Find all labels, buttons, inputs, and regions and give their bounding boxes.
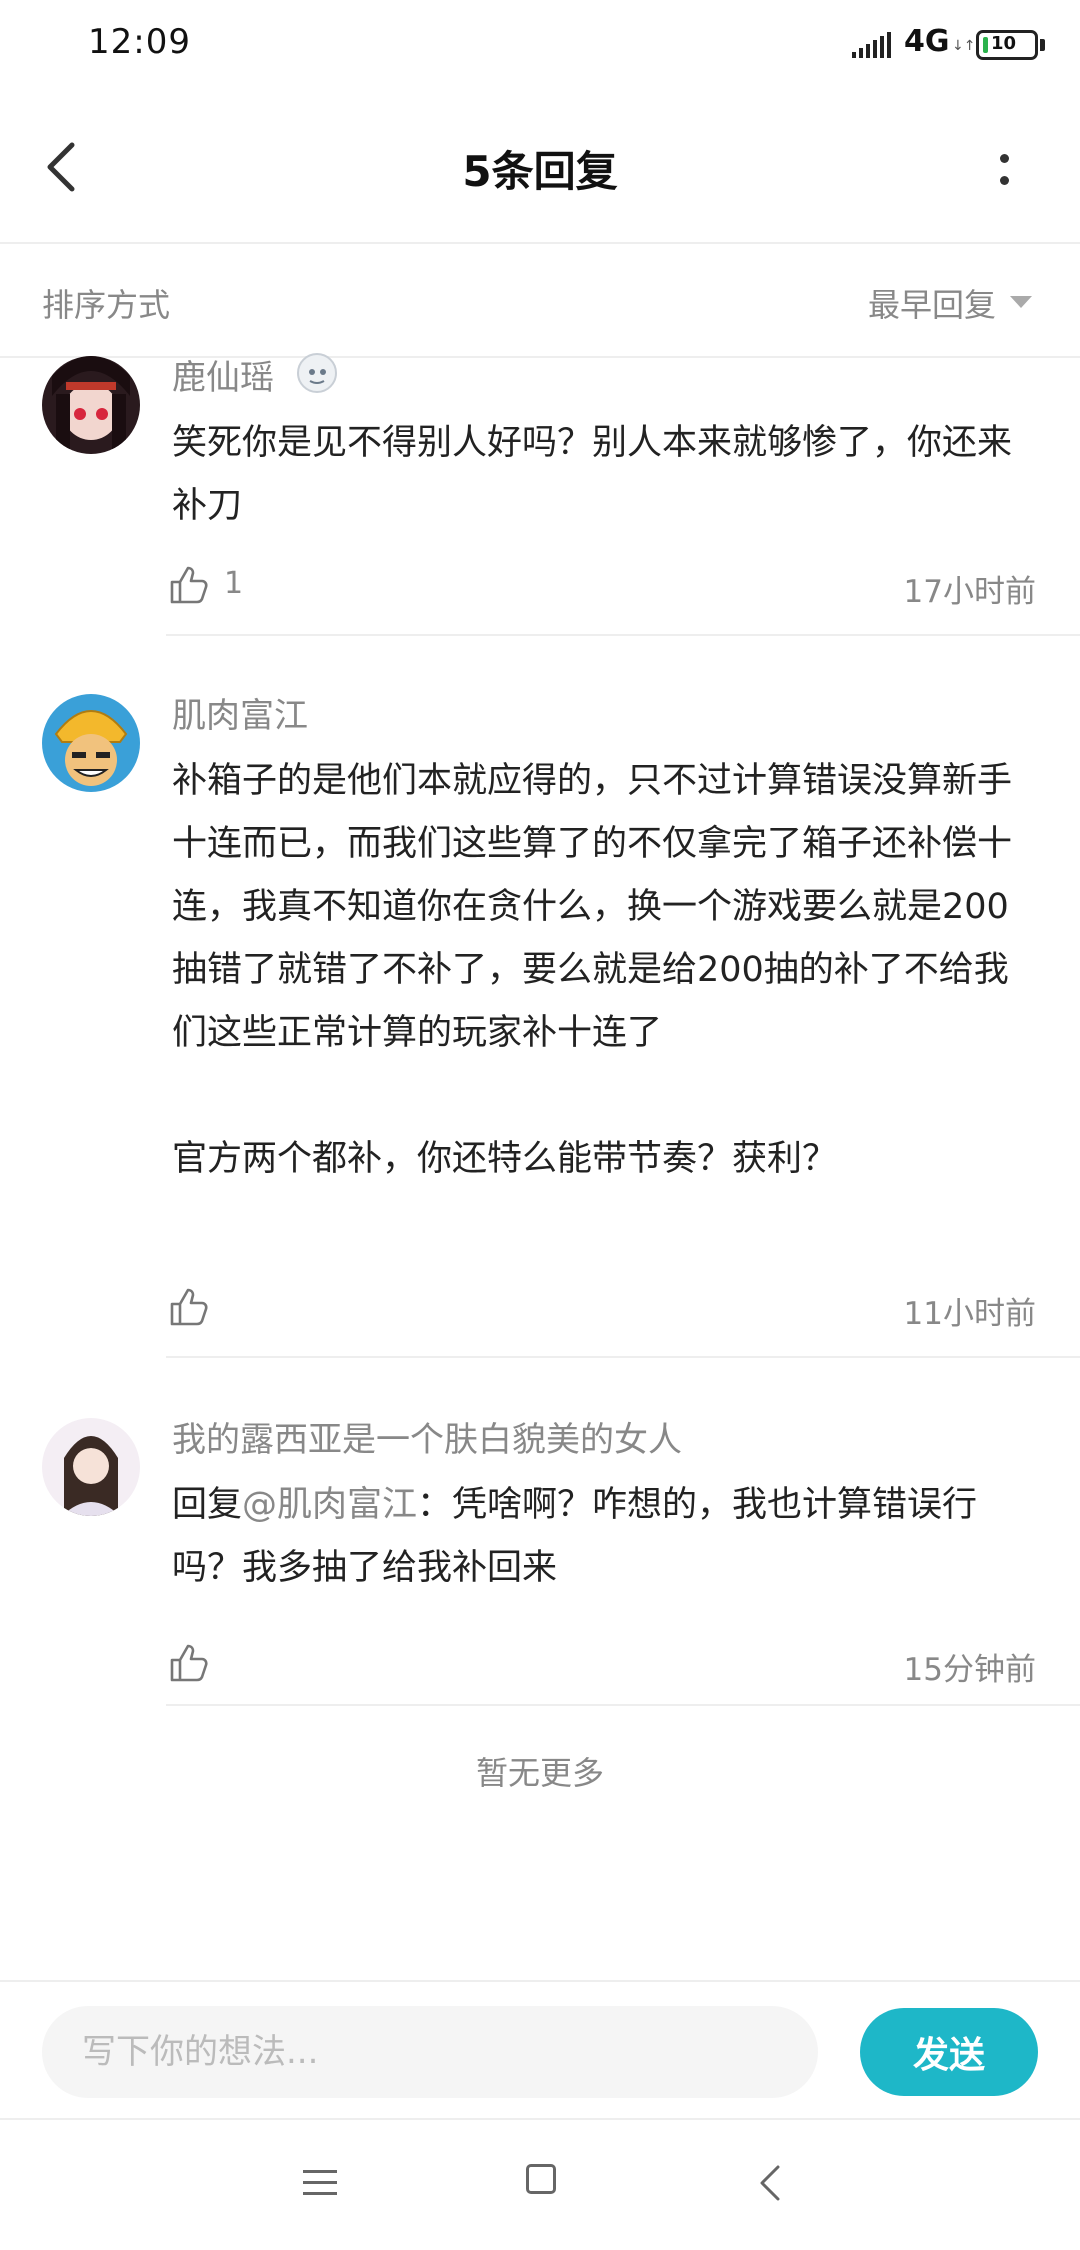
signal-icon xyxy=(852,32,891,58)
comment-time: 17小时前 xyxy=(903,574,1036,610)
data-arrows-icon: ↓↑ xyxy=(952,38,976,54)
divider xyxy=(166,1356,1080,1358)
chevron-down-icon[interactable] xyxy=(1010,296,1032,308)
send-button[interactable]: 发送 xyxy=(860,2008,1038,2096)
battery-fill xyxy=(983,37,988,53)
comment-content: 笑死你是见不得别人好吗？别人本来就够惨了，你还来补刀 xyxy=(172,423,1013,526)
thumbs-up-icon[interactable] xyxy=(168,1286,210,1328)
thumbs-up-icon[interactable] xyxy=(168,564,210,606)
comment-username[interactable]: 我的露西亚是一个肤白貌美的女人 xyxy=(172,1412,682,1461)
home-icon[interactable] xyxy=(526,2164,556,2194)
battery-cap xyxy=(1040,39,1045,51)
battery-icon: 10 xyxy=(976,30,1038,60)
no-more-text: 暂无更多 xyxy=(475,1754,604,1792)
comment-content: 补箱子的是他们本就应得的，只不过计算错误没算新手十连而已，而我们这些算了的不仅拿… xyxy=(172,761,1013,1179)
divider xyxy=(166,634,1080,636)
comment-content: 回复@肌肉富江：凭啥啊？咋想的，我也计算错误行吗？我多抽了给我补回来 xyxy=(172,1474,1032,1600)
divider xyxy=(166,1704,1080,1706)
comment-username[interactable]: 鹿仙瑶 xyxy=(172,350,274,399)
more-icon[interactable] xyxy=(990,140,1020,200)
battery-level: 10 xyxy=(991,33,1017,54)
status-time: 12:09 xyxy=(88,22,191,62)
user-badge-icon xyxy=(296,352,338,394)
system-nav-bar xyxy=(0,2118,1080,2250)
comment-time: 15分钟前 xyxy=(903,1652,1036,1688)
thumbs-up-icon[interactable] xyxy=(168,1642,210,1684)
menu-icon[interactable] xyxy=(303,2168,337,2198)
header: 5条回复 xyxy=(0,92,1080,244)
sort-dropdown[interactable]: 最早回复 xyxy=(868,280,996,326)
page-title: 5条回复 xyxy=(462,147,618,196)
nav-back-icon[interactable] xyxy=(758,2164,782,2202)
sort-bar: 排序方式 最早回复 xyxy=(0,244,1080,358)
avatar[interactable] xyxy=(42,694,140,792)
avatar[interactable] xyxy=(42,1418,140,1516)
reply-prefix: 回复 xyxy=(172,1485,243,1525)
comment-input-bar: 发送 xyxy=(0,1980,1080,2120)
like-count: 1 xyxy=(224,566,244,601)
comment-username[interactable]: 肌肉富江 xyxy=(172,688,308,737)
network-type: 4G xyxy=(904,24,950,59)
mention-link[interactable]: @肌肉富江 xyxy=(242,1485,417,1525)
sort-label: 排序方式 xyxy=(42,286,171,324)
comment-time: 11小时前 xyxy=(903,1296,1036,1332)
comment-input[interactable] xyxy=(42,2006,818,2098)
status-bar: 12:09 4G ↓↑ 10 xyxy=(0,0,1080,92)
avatar[interactable] xyxy=(42,356,140,454)
